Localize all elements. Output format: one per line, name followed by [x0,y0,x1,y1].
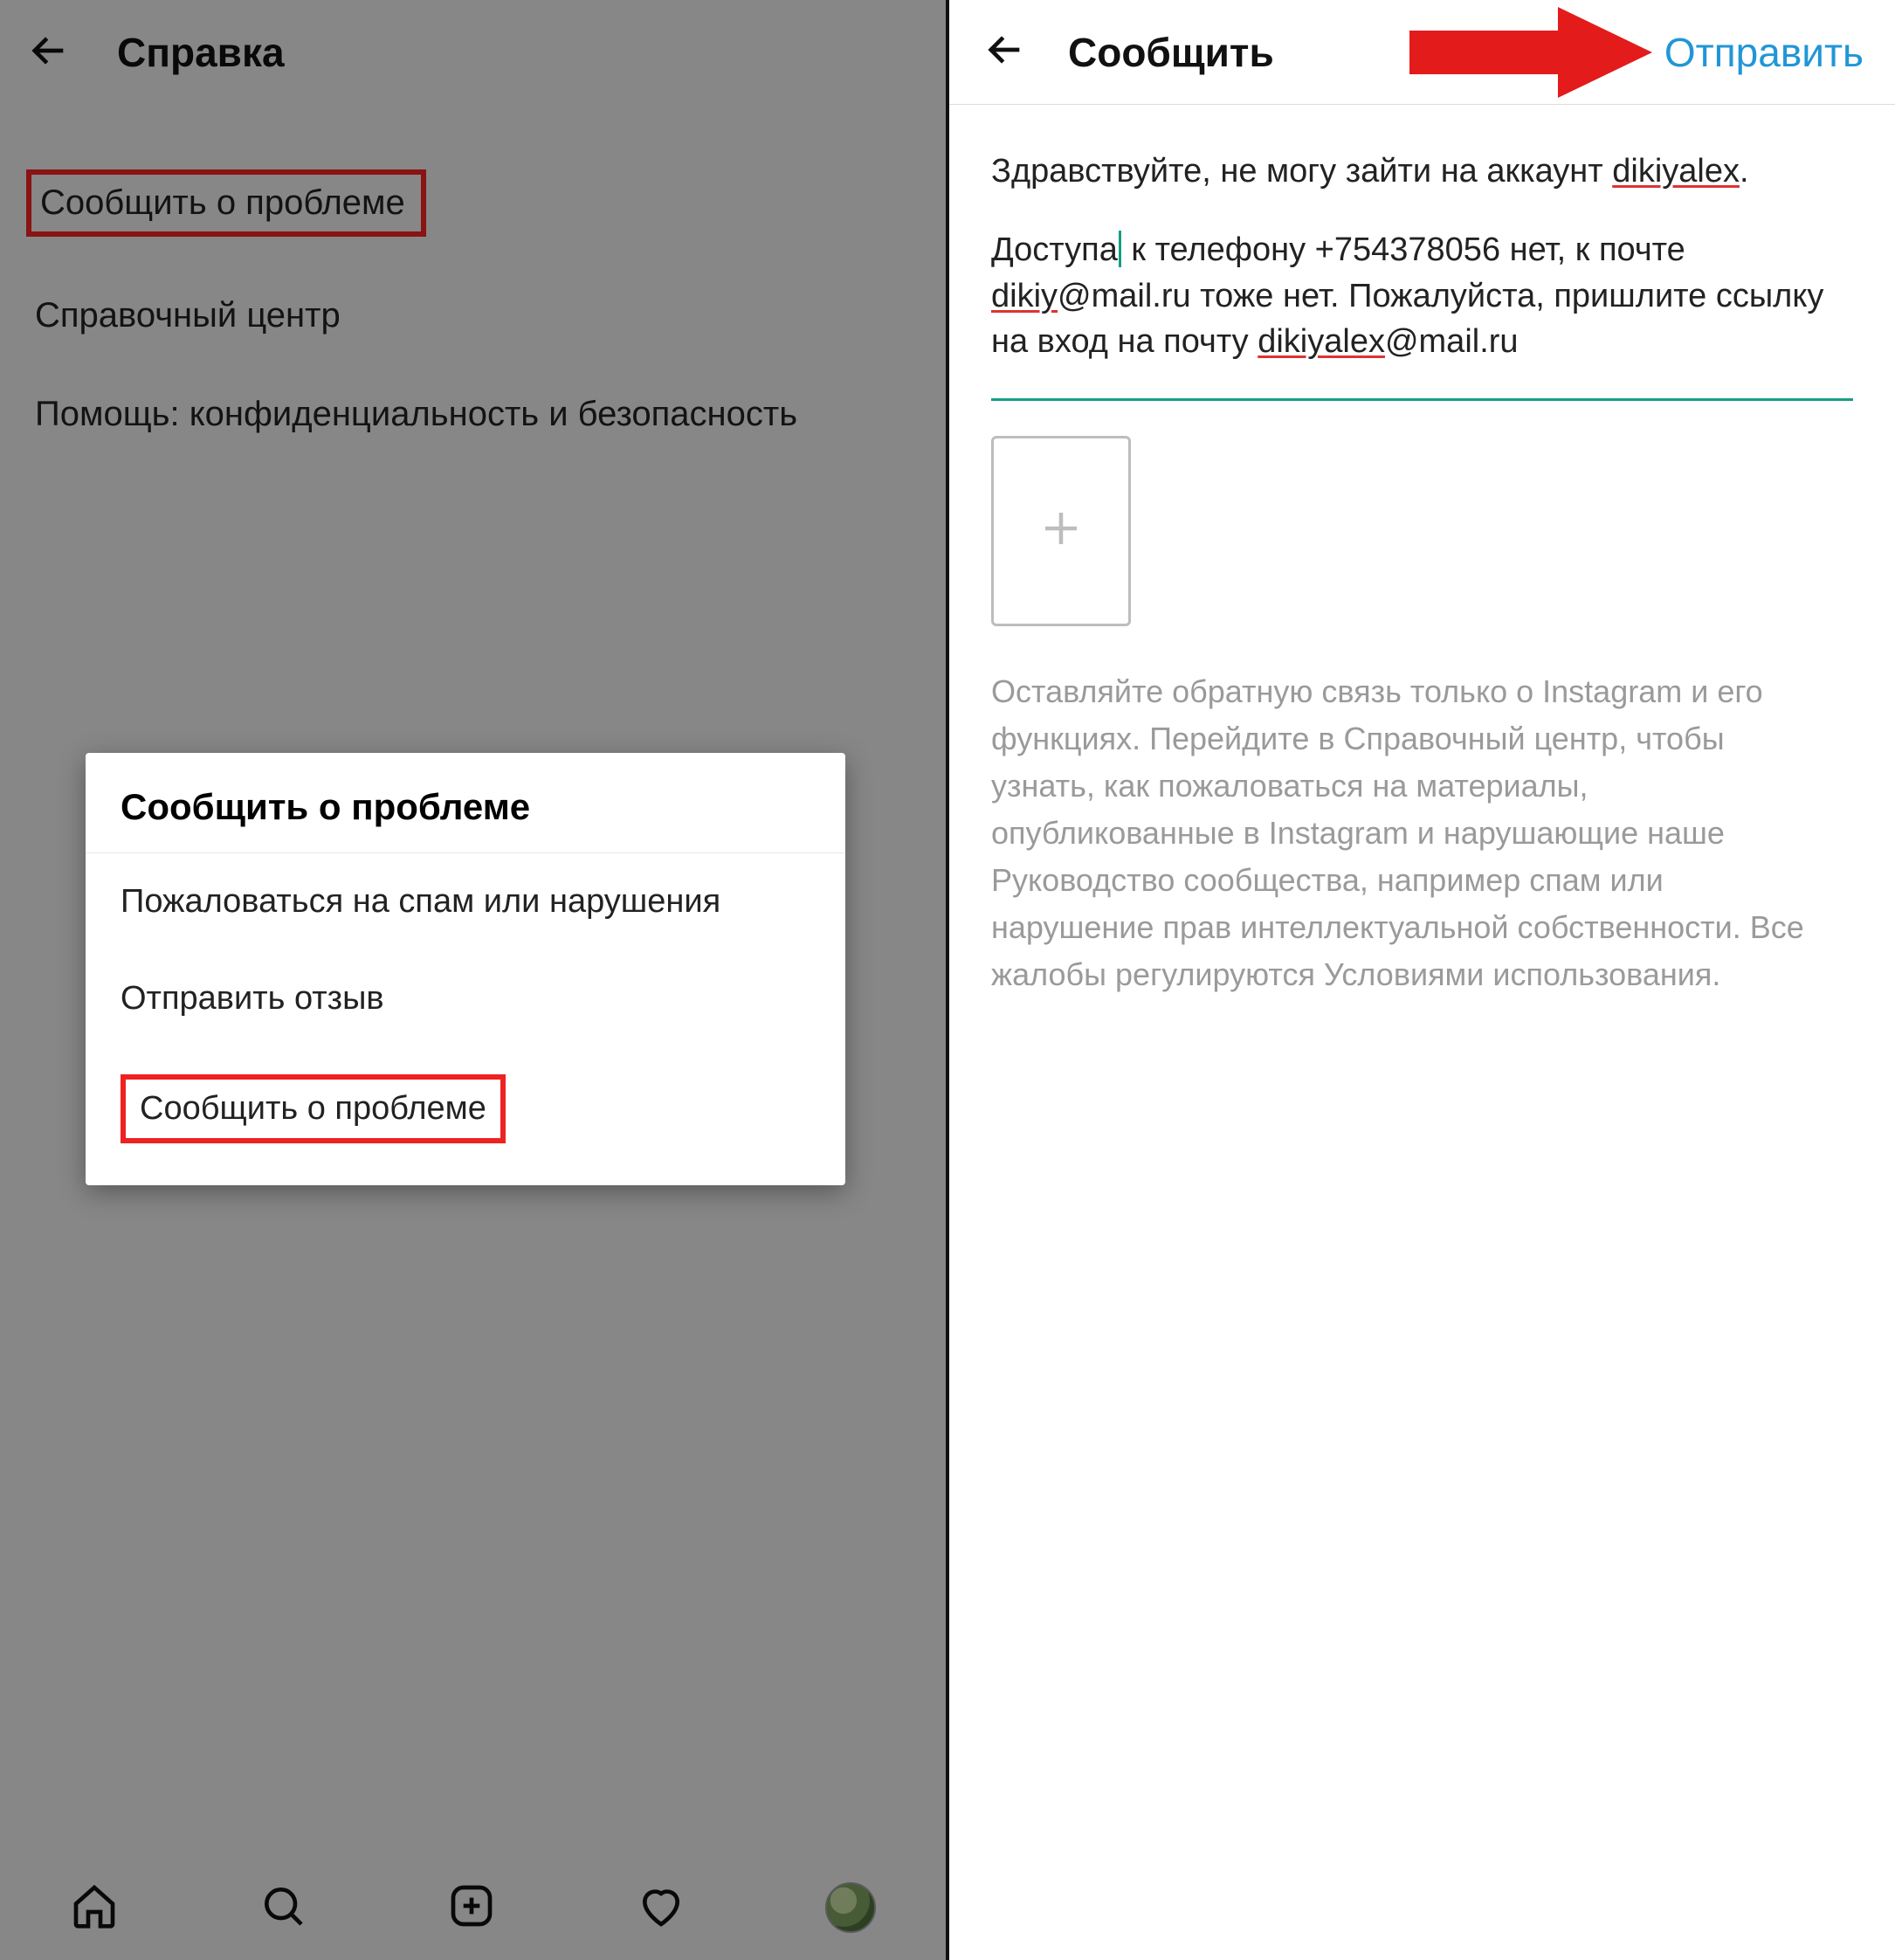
highlight-box: Сообщить о проблеме [121,1074,506,1143]
dialog-option-spam[interactable]: Пожаловаться на спам или нарушения [86,853,845,950]
message-line-2: Доступа к телефону +754378056 нет, к поч… [991,227,1853,364]
plus-icon [1037,505,1085,556]
spellcheck-underline: dikiyalex [1258,323,1385,360]
input-underline [991,398,1853,401]
report-body: Здравствуйте, не могу зайти на аккаунт d… [949,105,1895,998]
dialog-option-feedback[interactable]: Отправить отзыв [86,950,845,1047]
message-textarea[interactable]: Здравствуйте, не могу зайти на аккаунт d… [991,148,1853,365]
back-arrow-icon[interactable] [981,25,1030,79]
add-attachment-button[interactable] [991,436,1131,626]
help-screen: Справка Сообщить о проблеме Справочный ц… [0,0,946,1960]
dialog-title: Сообщить о проблеме [86,777,845,853]
page-title: Сообщить [1068,29,1274,76]
feedback-hint-text: Оставляйте обратную связь только о Insta… [991,668,1812,998]
report-problem-dialog: Сообщить о проблеме Пожаловаться на спам… [86,753,845,1185]
send-button[interactable]: Отправить [1664,29,1864,76]
right-header: Сообщить Отправить [949,0,1895,105]
message-line-1: Здравствуйте, не могу зайти на аккаунт d… [991,148,1853,194]
callout-arrow-icon [1409,0,1654,105]
dialog-option-report-problem[interactable]: Сообщить о проблеме [86,1048,845,1170]
spellcheck-underline: dikiy [991,278,1058,314]
text-cursor [1119,231,1121,267]
spellcheck-underline: dikiyalex [1612,153,1740,190]
report-form-screen: Сообщить Отправить Здравствуйте, не могу… [946,0,1895,1960]
